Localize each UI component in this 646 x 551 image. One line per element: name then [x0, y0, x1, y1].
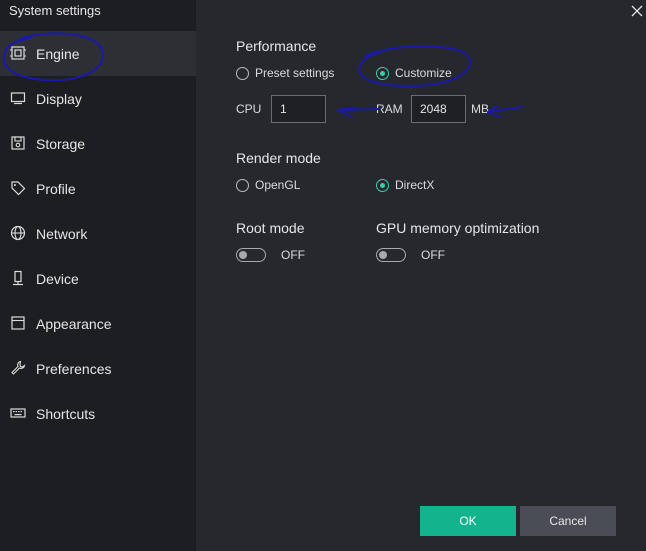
radio-circle: [376, 178, 389, 192]
toggle-state: OFF: [421, 248, 445, 262]
gpu-memory-title: GPU memory optimization: [376, 220, 540, 236]
sidebar-item-preferences[interactable]: Preferences: [0, 346, 196, 391]
chip-icon: [10, 45, 26, 61]
monitor-icon: [10, 90, 26, 106]
sidebar-item-shortcuts[interactable]: Shortcuts: [0, 391, 196, 436]
wrench-icon: [10, 360, 26, 376]
toggle-switch: [376, 248, 406, 262]
cpu-input[interactable]: [271, 95, 326, 123]
toggle-state: OFF: [281, 248, 305, 262]
directx-radio[interactable]: DirectX: [376, 178, 434, 192]
cancel-button[interactable]: Cancel: [520, 506, 616, 536]
sidebar-item-label: Device: [36, 270, 79, 287]
window-icon: [10, 315, 26, 331]
sidebar-item-network[interactable]: Network: [0, 211, 196, 256]
sidebar-item-label: Engine: [36, 45, 80, 62]
ram-input[interactable]: [411, 95, 466, 123]
ok-button[interactable]: OK: [420, 506, 516, 536]
radio-circle: [236, 178, 249, 192]
globe-icon: [10, 225, 26, 241]
sidebar-item-label: Preferences: [36, 360, 112, 377]
window-title: System settings: [9, 3, 101, 18]
root-mode-title: Root mode: [236, 220, 305, 236]
tag-icon: [10, 180, 26, 196]
performance-title: Performance: [236, 38, 317, 54]
root-mode-toggle[interactable]: OFF: [236, 248, 305, 262]
radio-label: Customize: [395, 66, 452, 80]
sidebar-item-label: Storage: [36, 135, 86, 152]
sidebar-item-profile[interactable]: Profile: [0, 166, 196, 211]
opengl-radio[interactable]: OpenGL: [236, 178, 300, 192]
sidebar-item-label: Profile: [36, 180, 76, 197]
sidebar-item-label: Display: [36, 90, 82, 107]
gpu-memory-toggle[interactable]: OFF: [376, 248, 445, 262]
customize-radio[interactable]: Customize: [376, 66, 452, 80]
radio-circle: [236, 66, 249, 80]
sidebar: System settings Engine Display Storage P…: [0, 0, 196, 551]
keyboard-icon: [10, 405, 26, 421]
sidebar-item-label: Shortcuts: [36, 405, 96, 422]
radio-label: Preset settings: [255, 66, 335, 80]
sidebar-item-storage[interactable]: Storage: [0, 121, 196, 166]
sidebar-item-label: Network: [36, 225, 88, 242]
disk-icon: [10, 135, 26, 151]
sidebar-item-device[interactable]: Device: [0, 256, 196, 301]
phone-icon: [10, 270, 26, 286]
toggle-switch: [236, 248, 266, 262]
cpu-label: CPU: [236, 102, 262, 116]
sidebar-nav: Engine Display Storage Profile Network D…: [0, 31, 196, 436]
radio-label: DirectX: [395, 178, 435, 192]
radio-circle: [376, 66, 389, 80]
sidebar-item-appearance[interactable]: Appearance: [0, 301, 196, 346]
sidebar-item-engine[interactable]: Engine: [0, 31, 196, 76]
ram-label: RAM: [376, 102, 403, 116]
ram-unit-label: MB: [471, 102, 489, 116]
sidebar-item-label: Appearance: [36, 315, 112, 332]
sidebar-item-display[interactable]: Display: [0, 76, 196, 121]
preset-settings-radio[interactable]: Preset settings: [236, 66, 334, 80]
radio-label: OpenGL: [255, 178, 301, 192]
settings-content: Performance Preset settings Customize CP…: [196, 0, 646, 551]
render-mode-title: Render mode: [236, 150, 321, 166]
